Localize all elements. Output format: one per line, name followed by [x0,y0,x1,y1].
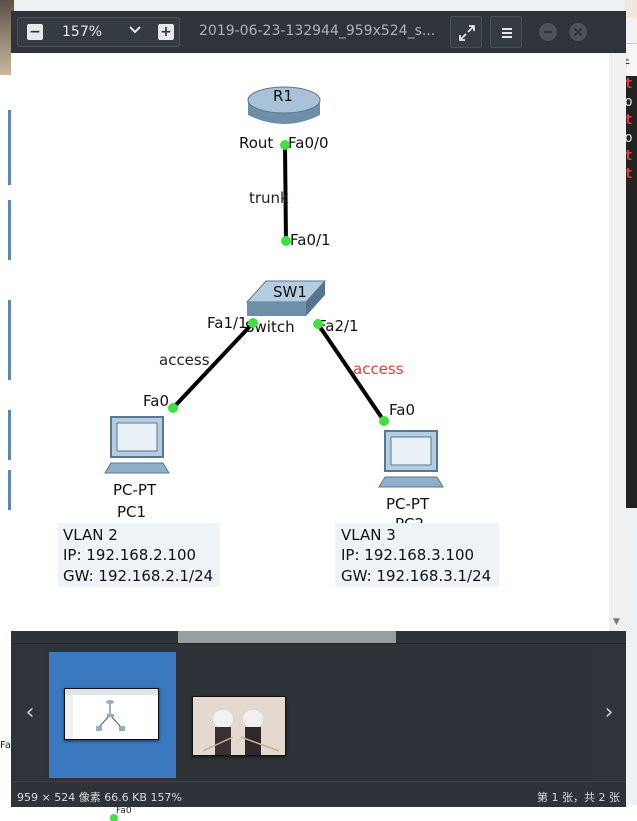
switch-port-right: Fa2/1 [318,317,359,335]
link-status-dot [248,318,258,328]
thumbnail-network-diagram [64,688,159,740]
access-label-left: access [159,351,210,369]
router-port: Fa0/0 [288,134,329,152]
access-label-right: access [353,360,404,378]
image-viewer-window: − 157% + 2019-06-23-132944_959x524_s... [11,11,626,807]
background-bottom: Fa0 [0,805,637,821]
zoom-control: − 157% + [17,17,180,47]
minimize-icon [544,31,552,33]
next-image-button[interactable]: › [593,648,625,778]
minimize-button[interactable] [539,23,557,41]
link-status-dot [379,416,389,426]
pc2-gateway: GW: 192.168.3.1/24 [341,567,491,585]
pc1-computer-icon [104,416,170,474]
pc2-port: Fa0 [389,401,415,419]
router-type: Rout [239,134,273,152]
scroll-down-arrow-icon[interactable]: ▼ [613,617,620,627]
image-info: 959 × 524 像素 66.6 KB 157% [17,791,182,804]
close-icon [573,27,583,37]
background-corner [625,0,637,18]
link-status-dot [281,236,291,246]
thumbnail-selected[interactable] [49,652,176,778]
image-canvas[interactable]: R1 Rout Fa0/0 SW1 Switch trunk Fa0/1 Fa1… [11,53,609,631]
link-status-dot [280,140,290,150]
trunk-label: trunk [249,189,289,207]
switch-port-left: Fa1/1 [207,314,248,332]
switch-name: SW1 [273,283,307,301]
horizontal-scrollbar[interactable] [11,631,626,643]
chevron-down-icon[interactable] [128,21,142,40]
zoom-in-button[interactable]: + [158,24,174,40]
prev-image-button[interactable]: ‹ [14,648,46,778]
vertical-scrollbar[interactable]: ▼ [609,53,626,631]
router-name: R1 [273,87,293,105]
pc1-ip: IP: 192.168.2.100 [63,546,196,564]
zoom-level[interactable]: 157% [62,24,102,40]
pc2-vlan: VLAN 3 [341,526,396,544]
horizontal-scroll-thumb[interactable] [178,631,396,643]
pc1-type: PC-PT [113,481,157,499]
link-status-dot [168,403,178,413]
image-counter: 第 1 张，共 2 张 [537,791,620,804]
network-diagram: R1 Rout Fa0/0 SW1 Switch trunk Fa0/1 Fa1… [58,86,499,587]
pc1-port: Fa0 [143,392,169,410]
background-link-dot [110,814,118,821]
link-status-dot [313,319,323,329]
close-button[interactable] [569,23,587,41]
menu-button[interactable] [490,16,522,48]
background-fragment: Fa0 [116,806,132,816]
zoom-out-button[interactable]: − [27,24,43,40]
background-fragment-left: Fa [0,740,11,751]
expand-icon [459,25,475,41]
viewer-toolbar: − 157% + 2019-06-23-132944_959x524_s... [11,11,626,53]
pc2-computer-icon [378,430,444,488]
fullscreen-button[interactable] [450,16,482,48]
pc1-gateway: GW: 192.168.2.1/24 [63,567,213,585]
thumbnail-artwork[interactable] [192,696,286,756]
pc1-vlan: VLAN 2 [63,526,118,544]
switch-up-port: Fa0/1 [290,231,331,249]
thumbnail-strip: ‹ › [11,643,626,781]
window-title: 2019-06-23-132944_959x524_s... [199,23,436,39]
hamburger-menu-icon [502,28,512,38]
pc2-ip: IP: 192.168.3.100 [341,546,474,564]
status-bar: 959 × 524 像素 66.6 KB 157% 第 1 张，共 2 张 [11,781,626,807]
pc1-name: PC1 [117,503,146,521]
pc2-type: PC-PT [386,495,430,513]
